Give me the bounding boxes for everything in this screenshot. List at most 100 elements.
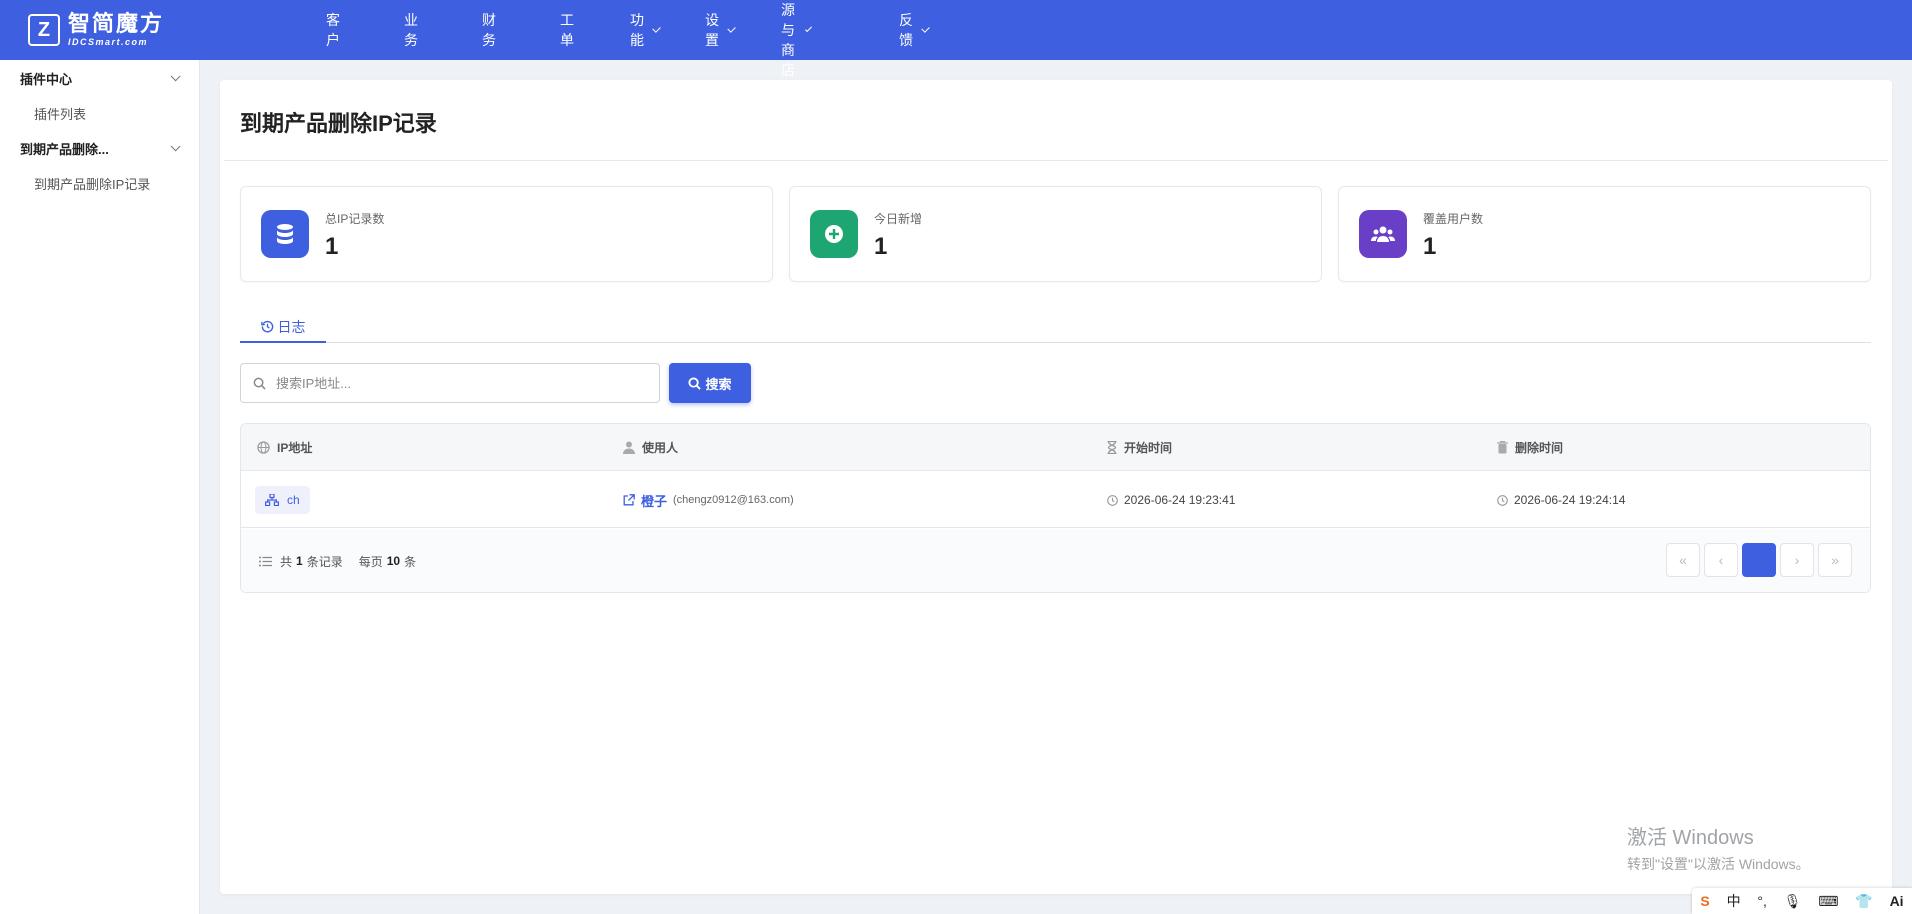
stat-card-total: 总IP记录数 1 — [240, 186, 773, 282]
nav-item-3[interactable]: 工单 — [560, 10, 574, 50]
column-header-delete[interactable]: 删除时间 — [1497, 424, 1563, 471]
watermark-title: 激活 Windows — [1627, 827, 1754, 849]
per-page-prefix: 每页 — [358, 554, 383, 569]
stats-row: 总IP记录数 1 今日新增 1 覆盖用户数 1 — [240, 186, 1871, 282]
ime-toolbar: S 中 °, 🎙 ⌨ 👕 Ai — [1692, 888, 1912, 914]
stat-value: 1 — [325, 232, 339, 260]
tab-log[interactable]: 日志 — [240, 312, 326, 343]
top-navbar: Z 智简魔方 IDCSmart.com 客户 业务 财务 工单 功能 设置 资源与商店 反馈 — [0, 0, 1912, 78]
sidebar-item-plugin-list[interactable]: 插件列表 — [0, 96, 199, 130]
user-icon — [623, 441, 635, 454]
hourglass-icon — [1107, 441, 1117, 454]
stat-label: 总IP记录数 — [325, 211, 385, 226]
tab-bar: 日志 — [240, 312, 1871, 343]
chevron-down-icon — [921, 23, 930, 32]
total-count: 1 — [296, 554, 303, 568]
column-header-label: 开始时间 — [1124, 441, 1173, 455]
next-page-button[interactable]: › — [1780, 543, 1814, 577]
stat-label: 今日新增 — [874, 211, 923, 226]
nav-item-label: 业务 — [404, 12, 418, 48]
skin-icon[interactable]: 👕 — [1855, 893, 1872, 910]
first-page-button[interactable]: « — [1666, 543, 1700, 577]
search-input[interactable] — [276, 375, 636, 391]
search-icon — [688, 376, 702, 390]
records-table: IP地址 使用人 开始时间 删除时间 ch 橙子 (chengz0912@163… — [240, 423, 1871, 593]
nav-item-1[interactable]: 业务 — [404, 10, 418, 50]
start-time: 2026-06-24 19:23:41 — [1124, 493, 1236, 507]
cell-user: 橙子 (chengz0912@163.com) — [623, 472, 794, 528]
user-link[interactable]: 橙子 — [641, 491, 667, 510]
table-header: IP地址 使用人 开始时间 删除时间 — [241, 424, 1870, 471]
cell-start-time: 2026-06-24 19:23:41 — [1107, 472, 1235, 528]
per-page-count: 10 — [386, 554, 401, 568]
total-prefix: 共 — [280, 554, 293, 569]
stat-card-today: 今日新增 1 — [789, 186, 1322, 282]
last-page-button[interactable]: » — [1818, 543, 1852, 577]
ai-icon[interactable]: Ai — [1890, 893, 1904, 909]
total-suffix: 条记录 — [306, 554, 343, 569]
network-icon — [265, 494, 279, 506]
ip-tag[interactable]: ch — [255, 486, 310, 514]
chevron-down-icon — [170, 140, 181, 151]
nav-item-label: 资源与商店 — [781, 2, 795, 78]
page-title: 到期产品删除IP记录 — [240, 111, 437, 136]
search-box — [240, 363, 660, 403]
nav-item-label: 工单 — [560, 12, 574, 48]
user-email: (chengz0912@163.com) — [673, 494, 794, 506]
stat-card-users: 覆盖用户数 1 — [1338, 186, 1871, 282]
prev-page-button[interactable]: ‹ — [1704, 543, 1738, 577]
column-header-start[interactable]: 开始时间 — [1107, 424, 1172, 471]
users-icon — [1359, 210, 1407, 258]
chevron-down-icon — [170, 70, 181, 81]
list-icon — [259, 556, 272, 566]
sidebar-group-plugin-center[interactable]: 插件中心 — [0, 60, 199, 96]
history-icon — [260, 320, 273, 333]
sidebar-item-ip-records[interactable]: 到期产品删除IP记录 — [0, 166, 199, 200]
sidebar-group-expired-product[interactable]: 到期产品删除... — [0, 130, 199, 166]
trash-icon — [1497, 441, 1508, 454]
chevron-down-icon — [652, 23, 661, 32]
chevron-down-icon — [727, 23, 736, 32]
page-button-current[interactable]: 1 — [1742, 543, 1776, 577]
nav-item-label: 功能 — [630, 12, 644, 48]
plus-circle-icon — [810, 210, 858, 258]
column-header-label: 使用人 — [642, 441, 679, 455]
brand-name-en: IDCSmart.com — [68, 37, 149, 47]
table-row: ch 橙子 (chengz0912@163.com) 2026-06-24 19… — [241, 472, 1870, 528]
page-number: 1 — [1755, 552, 1763, 568]
nav-item-4[interactable]: 功能 — [630, 10, 661, 50]
column-header-label: IP地址 — [277, 441, 313, 455]
tab-label: 日志 — [277, 318, 306, 335]
nav-item-7[interactable]: 反馈 — [899, 10, 930, 50]
divider — [224, 160, 1888, 161]
clock-icon — [1497, 494, 1508, 506]
column-header-ip[interactable]: IP地址 — [257, 424, 312, 471]
column-header-label: 删除时间 — [1515, 441, 1564, 455]
keyboard-icon[interactable]: ⌨ — [1818, 893, 1838, 910]
punctuation-icon[interactable]: °, — [1757, 893, 1767, 909]
nav-item-6[interactable]: 资源与商店 — [781, 0, 813, 80]
external-link-icon — [623, 494, 635, 506]
per-page-suffix: 条 — [404, 554, 417, 569]
nav-item-label: 客户 — [326, 12, 340, 48]
nav-item-2[interactable]: 财务 — [482, 10, 496, 50]
sogou-icon[interactable]: S — [1700, 893, 1709, 909]
pagination: « ‹ 1 › » — [1662, 543, 1852, 577]
search-button-label: 搜索 — [705, 376, 732, 392]
search-icon — [253, 377, 266, 390]
watermark-subtitle: 转到"设置"以激活 Windows。 — [1627, 856, 1810, 872]
table-footer: 共 1 条记录 每页 10 条 « ‹ 1 › » — [241, 529, 1870, 592]
nav-item-5[interactable]: 设置 — [705, 10, 736, 50]
column-header-user[interactable]: 使用人 — [623, 424, 678, 471]
logo-icon: Z — [28, 14, 60, 46]
nav-item-0[interactable]: 客户 — [326, 10, 340, 50]
microphone-icon[interactable]: 🎙 — [1784, 893, 1802, 910]
stat-value: 1 — [874, 232, 888, 260]
globe-icon — [257, 441, 270, 454]
sidebar-group-label: 插件中心 — [20, 71, 73, 87]
delete-time: 2026-06-24 19:24:14 — [1514, 493, 1626, 507]
sidebar-item-label: 到期产品删除IP记录 — [34, 176, 151, 192]
search-button[interactable]: 搜索 — [669, 363, 751, 403]
ime-lang-toggle[interactable]: 中 — [1727, 891, 1741, 911]
brand-logo[interactable]: Z 智简魔方 IDCSmart.com — [28, 12, 164, 48]
